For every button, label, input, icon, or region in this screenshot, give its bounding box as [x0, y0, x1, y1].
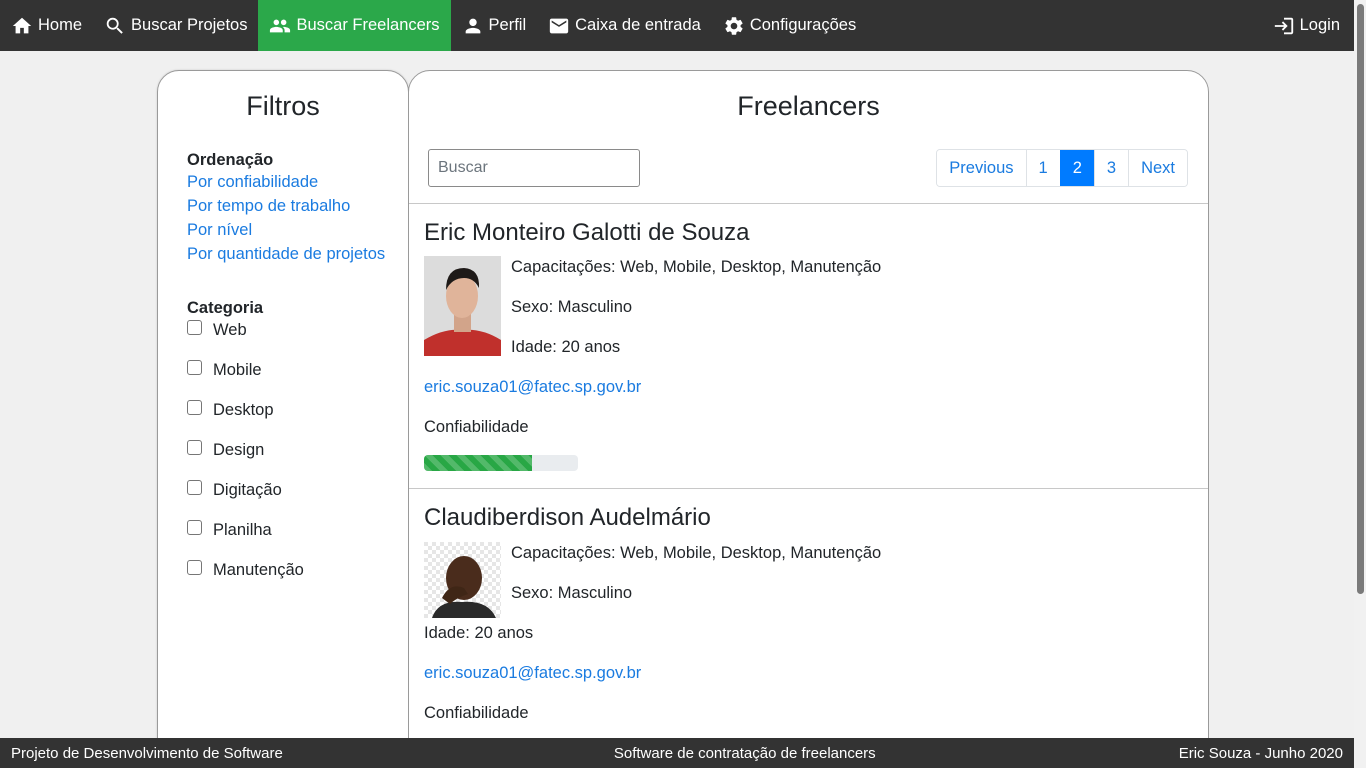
category-web-checkbox[interactable]	[187, 319, 202, 335]
category-manutencao-checkbox[interactable]	[187, 559, 202, 575]
nav-item-label: Buscar Projetos	[131, 16, 248, 34]
nav-item-label: Buscar Freelancers	[296, 16, 440, 34]
freelancer-skills: Capacitações: Web, Mobile, Desktop, Manu…	[511, 258, 882, 276]
reliability-label: Confiabilidade	[424, 418, 529, 436]
category-mobile: Mobile	[187, 350, 408, 390]
category-label: Web	[213, 320, 247, 339]
nav-item-caixa-de-entrada[interactable]: Caixa de entrada	[537, 0, 712, 51]
category-mobile-checkbox[interactable]	[187, 359, 202, 375]
sort-by-level-link[interactable]: Por nível	[187, 218, 408, 242]
pagination-next[interactable]: Next	[1128, 150, 1187, 186]
filters-panel: Filtros Ordenação Por confiabilidade Por…	[157, 70, 409, 768]
category-digitacao: Digitação	[187, 470, 408, 510]
category-manutencao: Manutenção	[187, 550, 408, 590]
nav-item-perfil[interactable]: Perfil	[451, 0, 538, 51]
reliability-progress-bar	[424, 455, 532, 471]
reliability-progress	[424, 455, 578, 471]
freelancers-panel: Freelancers Previous 1 2 3 Next Eric Mon…	[408, 70, 1209, 768]
category-desktop: Desktop	[187, 390, 408, 430]
category-label: Planilha	[213, 520, 272, 539]
category-label: Desktop	[213, 400, 274, 419]
category-label: Design	[213, 440, 265, 459]
nav-item-configuracoes[interactable]: Configurações	[712, 0, 867, 51]
nav-item-label: Caixa de entrada	[575, 16, 701, 34]
freelancer-sex: Sexo: Masculino	[511, 298, 633, 316]
category-design: Design	[187, 430, 408, 470]
filters-title: Filtros	[246, 91, 320, 121]
nav-item-buscar-freelancers[interactable]: Buscar Freelancers	[258, 0, 451, 51]
page-title: Freelancers	[737, 91, 880, 121]
gear-icon	[725, 16, 743, 35]
sort-by-project-count-link[interactable]: Por quantidade de projetos	[187, 242, 408, 266]
home-icon	[12, 17, 32, 33]
category-digitacao-checkbox[interactable]	[187, 479, 202, 495]
category-planilha-checkbox[interactable]	[187, 519, 202, 535]
login-icon	[1274, 17, 1293, 34]
nav-item-label: Perfil	[488, 16, 527, 34]
sort-by-reliability-link[interactable]: Por confiabilidade	[187, 170, 408, 194]
avatar-icon	[424, 542, 501, 618]
nav-item-home[interactable]: Home	[0, 0, 93, 51]
category-label: Manutenção	[213, 560, 304, 579]
freelancer-card: Claudiberdison Audelmário Capacitações: …	[409, 490, 1208, 768]
nav-item-buscar-projetos[interactable]: Buscar Projetos	[93, 0, 258, 51]
freelancer-email-link[interactable]: eric.souza01@fatec.sp.gov.br	[424, 664, 641, 683]
freelancer-name[interactable]: Claudiberdison Audelmário	[424, 504, 711, 532]
pagination-page-3[interactable]: 3	[1093, 150, 1129, 186]
category-design-checkbox[interactable]	[187, 439, 202, 455]
footer-left-text: Projeto de Desenvolvimento de Software	[11, 744, 283, 762]
people-icon	[270, 19, 291, 32]
toolbar: Previous 1 2 3 Next	[409, 149, 1208, 204]
search-input[interactable]	[428, 149, 640, 187]
login-label: Login	[1299, 16, 1340, 34]
footer-right-text: Eric Souza - Junho 2020	[1178, 744, 1343, 762]
freelancer-photo[interactable]	[424, 256, 501, 356]
sort-title: Ordenação	[187, 151, 274, 169]
login-button[interactable]: Login	[1262, 0, 1354, 51]
footer-center-text: Software de contratação de freelancers	[613, 744, 876, 762]
freelancer-email-link[interactable]: eric.souza01@fatec.sp.gov.br	[424, 378, 641, 397]
freelancer-sex: Sexo: Masculino	[511, 584, 633, 602]
scrollbar-thumb[interactable]	[1357, 4, 1364, 594]
freelancer-skills: Capacitações: Web, Mobile, Desktop, Manu…	[511, 544, 882, 562]
freelancer-age: Idade: 20 anos	[424, 624, 534, 642]
footer: Projeto de Desenvolvimento de Software S…	[0, 738, 1354, 768]
pagination-page-2[interactable]: 2	[1059, 150, 1094, 186]
category-label: Digitação	[213, 480, 282, 499]
search-icon	[106, 17, 123, 34]
nav-item-label: Home	[38, 16, 83, 34]
page-scrollbar[interactable]	[1354, 0, 1366, 768]
sort-by-work-time-link[interactable]: Por tempo de trabalho	[187, 194, 408, 218]
pagination-page-1[interactable]: 1	[1025, 150, 1060, 186]
person-icon	[465, 18, 480, 33]
mail-icon	[549, 18, 569, 33]
reliability-label: Confiabilidade	[424, 704, 529, 722]
pagination-previous[interactable]: Previous	[937, 150, 1026, 186]
freelancer-card: Eric Monteiro Galotti de Souza Capacitaç…	[409, 204, 1208, 489]
pagination: Previous 1 2 3 Next	[936, 149, 1188, 187]
freelancer-name[interactable]: Eric Monteiro Galotti de Souza	[424, 219, 750, 247]
nav-item-label: Configurações	[749, 16, 857, 34]
avatar-icon	[424, 256, 501, 356]
category-desktop-checkbox[interactable]	[187, 399, 202, 415]
freelancer-age: Idade: 20 anos	[511, 338, 621, 356]
category-planilha: Planilha	[187, 510, 408, 550]
freelancer-photo[interactable]	[424, 542, 501, 618]
top-navbar: Home Buscar Projetos Buscar Freelancers …	[0, 0, 1354, 51]
category-label: Mobile	[213, 360, 262, 379]
